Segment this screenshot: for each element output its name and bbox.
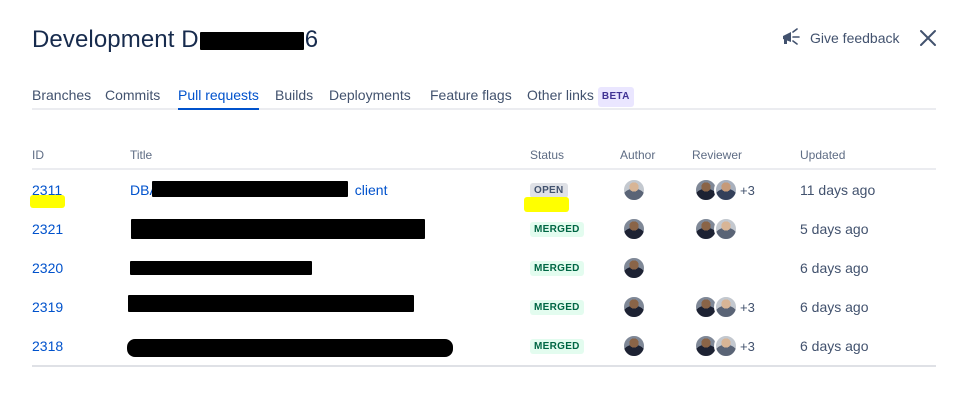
- table-row: 2320 MERGED 6 days ago: [32, 248, 936, 287]
- updated-time: 6 days ago: [800, 299, 869, 315]
- reviewer-more-count: +3: [740, 338, 755, 354]
- redaction-mark: [152, 181, 348, 197]
- reviewer-more-count: +3: [740, 182, 755, 198]
- author-avatar[interactable]: [622, 334, 646, 363]
- megaphone-icon: [783, 28, 800, 45]
- tab-pull-requests[interactable]: Pull requests: [178, 86, 259, 110]
- highlight-annotation: [524, 197, 569, 212]
- pr-id-link[interactable]: 2320: [32, 260, 63, 276]
- reviewer-avatars[interactable]: [694, 217, 738, 241]
- column-reviewer: Reviewer: [692, 148, 743, 162]
- column-title: Title: [130, 148, 153, 162]
- column-author: Author: [620, 148, 656, 162]
- pr-id-link[interactable]: 2319: [32, 299, 63, 315]
- table-row: 2321 MERGED 5 days ago: [32, 209, 936, 248]
- avatar: [622, 256, 646, 280]
- reviewer-more-count: +3: [740, 299, 755, 315]
- close-button[interactable]: [918, 28, 938, 48]
- highlight-annotation: [30, 195, 65, 208]
- author-avatar[interactable]: [622, 256, 646, 285]
- status-badge: MERGED: [530, 261, 584, 276]
- reviewer-avatars[interactable]: +3: [694, 295, 755, 319]
- reviewer-avatars[interactable]: +3: [694, 334, 755, 358]
- page-title-prefix: Development D: [32, 26, 199, 53]
- redaction-mark: [127, 339, 453, 357]
- beta-badge: BETA: [597, 87, 634, 107]
- tab-deployments[interactable]: Deployments: [329, 86, 411, 104]
- author-avatar[interactable]: [622, 295, 646, 324]
- tab-branches[interactable]: Branches: [32, 86, 91, 104]
- pr-id-link[interactable]: 2318: [32, 338, 63, 354]
- updated-time: 6 days ago: [800, 260, 869, 276]
- table-header: ID Title Status Author Reviewer Updated: [32, 148, 936, 170]
- status-badge: MERGED: [530, 222, 584, 237]
- pr-id-link[interactable]: 2321: [32, 221, 63, 237]
- tab-bar: Branches Commits Pull requests Builds De…: [32, 86, 936, 110]
- give-feedback-label: Give feedback: [810, 30, 900, 46]
- table-row: 2319 MERGED +3 6 days ago: [32, 287, 936, 326]
- redaction-mark: [130, 261, 312, 275]
- avatar: [622, 178, 646, 202]
- reviewer-avatars[interactable]: +3: [694, 178, 755, 202]
- tab-builds[interactable]: Builds: [275, 86, 313, 104]
- updated-time: 11 days ago: [800, 182, 876, 198]
- page-title: Development D 6: [32, 26, 318, 54]
- redaction-mark: [128, 295, 414, 312]
- redaction-mark: [131, 219, 425, 239]
- page-title-suffix: 6: [304, 26, 319, 53]
- tab-feature-flags[interactable]: Feature flags: [430, 86, 512, 104]
- column-updated: Updated: [800, 148, 846, 162]
- column-id: ID: [32, 148, 44, 162]
- table-row: 2311 DBA client OPEN +3 11 days ago: [32, 170, 936, 209]
- avatar: [714, 295, 738, 319]
- close-icon: [920, 30, 936, 46]
- pr-title-suffix: client: [354, 182, 388, 198]
- redaction-mark: [199, 31, 304, 50]
- status-badge: MERGED: [530, 339, 584, 354]
- avatar: [622, 295, 646, 319]
- table-row: 2318 MERGED +3 6 days ago: [32, 326, 936, 365]
- avatar: [622, 334, 646, 358]
- updated-time: 6 days ago: [800, 338, 869, 354]
- avatar: [714, 217, 738, 241]
- column-status: Status: [530, 148, 565, 162]
- tab-other-links-label: Other links: [527, 87, 594, 103]
- tab-commits[interactable]: Commits: [105, 86, 160, 104]
- avatar: [714, 334, 738, 358]
- updated-time: 5 days ago: [800, 221, 869, 237]
- table-bottom-divider: [32, 365, 936, 367]
- author-avatar[interactable]: [622, 217, 646, 246]
- give-feedback-button[interactable]: Give feedback: [780, 28, 900, 48]
- avatar: [622, 217, 646, 241]
- avatar: [714, 178, 738, 202]
- tab-other-links[interactable]: Other links BETA: [527, 86, 634, 107]
- status-badge: MERGED: [530, 300, 584, 315]
- status-badge: OPEN: [530, 183, 568, 198]
- author-avatar[interactable]: [622, 178, 646, 207]
